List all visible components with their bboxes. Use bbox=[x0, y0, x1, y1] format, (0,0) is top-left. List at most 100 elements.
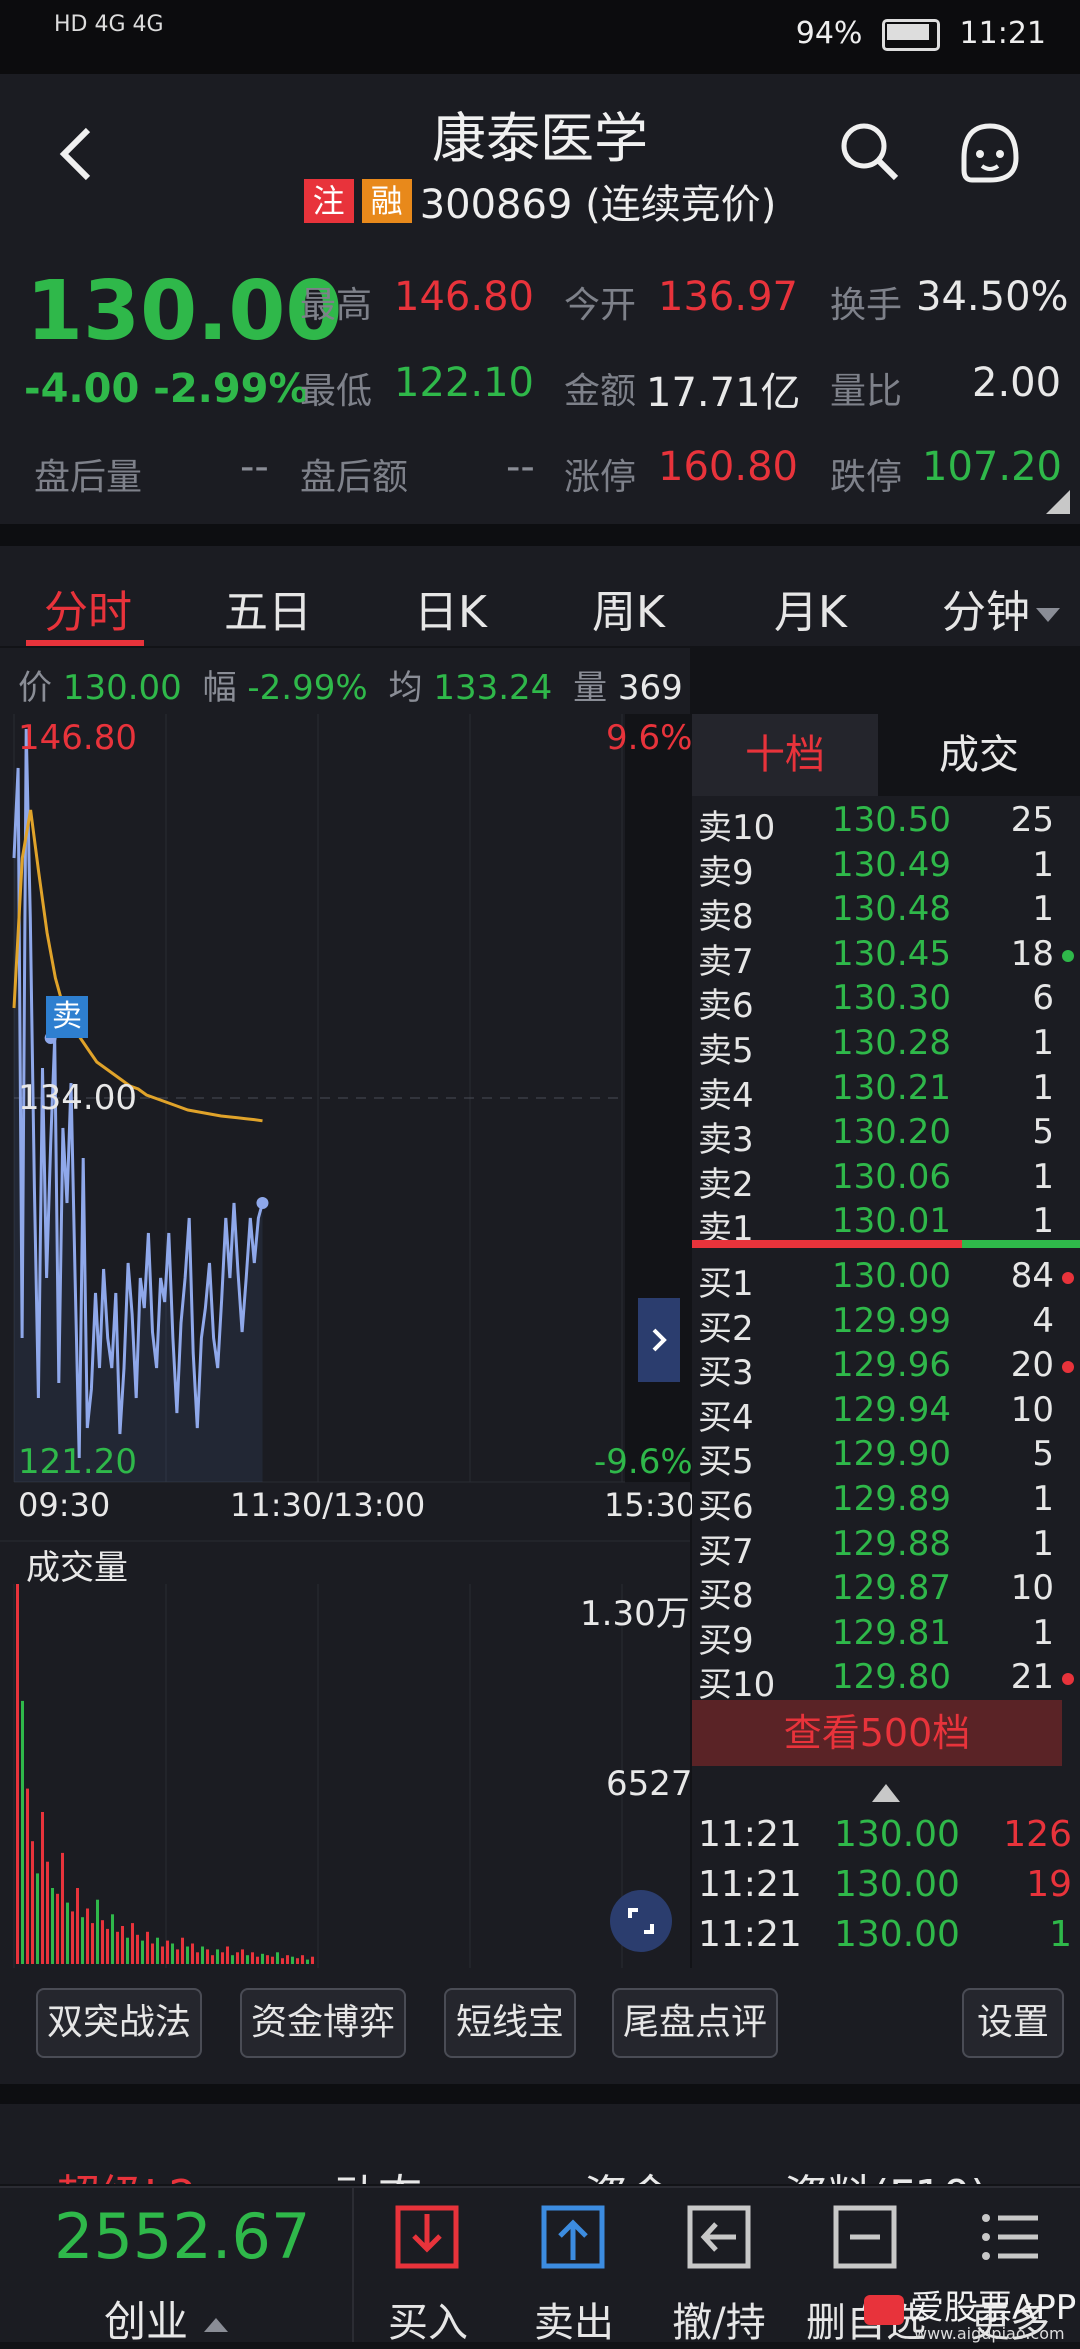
tab-intraday[interactable]: 分时 bbox=[44, 576, 132, 640]
settings-button[interactable]: 设置 bbox=[962, 1988, 1064, 2058]
level-qty: 20 bbox=[1010, 1345, 1054, 1386]
tag-zhu: 注 bbox=[303, 179, 354, 223]
bid-row[interactable]: 买4 129.94 10 bbox=[692, 1389, 1080, 1438]
tab-news[interactable]: 动态 bbox=[334, 2160, 422, 2184]
collapse-up-icon[interactable] bbox=[872, 1784, 900, 1806]
volume-bar bbox=[251, 1952, 254, 1964]
expand-corner-icon[interactable] bbox=[1046, 490, 1070, 514]
active-tab-underline bbox=[26, 640, 144, 646]
cancel-hold-label[interactable]: 撤/持 bbox=[664, 2290, 774, 2348]
level-qty: 6 bbox=[1032, 978, 1054, 1019]
tab-monthly-k[interactable]: 月K bbox=[774, 576, 847, 640]
tab-ten-levels[interactable]: 十档 bbox=[692, 714, 878, 796]
status-right: 94% 11:21 bbox=[796, 16, 1046, 51]
divider-2 bbox=[0, 2084, 1080, 2104]
ask-row[interactable]: 卖9 130.49 1 bbox=[692, 844, 1080, 893]
bid-row[interactable]: 买10 129.80 21 bbox=[692, 1657, 1080, 1705]
trade-qty: 19 bbox=[1026, 1864, 1072, 1905]
sell-icon[interactable] bbox=[540, 2204, 606, 2270]
summary-price-label: 价 bbox=[18, 668, 52, 708]
after-volume-label: 盘后量 bbox=[34, 457, 143, 498]
index-value[interactable]: 2552.67 bbox=[54, 2200, 310, 2273]
tab-profile[interactable]: 资料(F10) bbox=[784, 2160, 988, 2184]
capital-game-button[interactable]: 资金博弈 bbox=[240, 1988, 406, 2058]
ask-row[interactable]: 卖5 130.28 1 bbox=[692, 1023, 1080, 1071]
watermark-text: 爱股票APP bbox=[910, 2288, 1077, 2328]
bid-row[interactable]: 买2 129.99 4 bbox=[692, 1301, 1080, 1349]
ask-row[interactable]: 卖7 130.45 18 bbox=[692, 934, 1080, 982]
volume-bar bbox=[266, 1955, 269, 1964]
bid-row[interactable]: 买1 130.00 84 bbox=[692, 1256, 1080, 1304]
tab-five-day[interactable]: 五日 bbox=[224, 576, 312, 640]
volume-bar bbox=[261, 1953, 264, 1964]
ask-row[interactable]: 卖10 130.50 25 bbox=[692, 800, 1080, 848]
level-price: 129.90 bbox=[832, 1434, 951, 1475]
volume-bar bbox=[216, 1949, 219, 1964]
ask-row[interactable]: 卖3 130.20 5 bbox=[692, 1112, 1080, 1160]
customer-service-icon[interactable] bbox=[950, 114, 1030, 194]
ask-row[interactable]: 卖1 130.01 1 bbox=[692, 1201, 1080, 1249]
tab-weekly-k[interactable]: 周K bbox=[592, 576, 665, 640]
double-break-button[interactable]: 双突战法 bbox=[36, 1988, 202, 2058]
bid-row[interactable]: 买9 129.81 1 bbox=[692, 1613, 1080, 1661]
sell-label[interactable]: 卖出 bbox=[526, 2290, 622, 2348]
tab-daily-k[interactable]: 日K bbox=[414, 576, 487, 640]
expand-panel-button[interactable] bbox=[638, 1298, 680, 1382]
tab-minute[interactable]: 分钟 bbox=[942, 576, 1060, 640]
trade-row: 11:21 130.00 126 bbox=[692, 1814, 1080, 1858]
buy-icon[interactable] bbox=[394, 2204, 460, 2270]
volume-bar bbox=[161, 1946, 164, 1964]
cancel-hold-icon[interactable] bbox=[686, 2204, 752, 2270]
volume-bar bbox=[166, 1940, 169, 1964]
level-label: 卖2 bbox=[698, 1164, 754, 1205]
chart-panel: 146.80 134.00 121.20 9.6% -9.6% 09:30 11… bbox=[0, 714, 696, 1969]
ask-row[interactable]: 卖8 130.48 1 bbox=[692, 889, 1080, 937]
tab-trades[interactable]: 成交 bbox=[878, 714, 1080, 796]
level-price: 129.94 bbox=[832, 1389, 951, 1430]
level-label: 卖4 bbox=[698, 1075, 754, 1116]
bid-row[interactable]: 买8 129.87 10 bbox=[692, 1568, 1080, 1616]
level-qty: 1 bbox=[1032, 1067, 1054, 1108]
bid-row[interactable]: 买3 129.96 20 bbox=[692, 1345, 1080, 1393]
watermark-url: www.aigupiao.com bbox=[914, 2324, 1065, 2343]
level-label: 卖7 bbox=[698, 941, 754, 982]
volume-bar bbox=[176, 1949, 179, 1964]
after-volume-value: -- bbox=[240, 444, 269, 490]
bid-row[interactable]: 买6 129.89 1 bbox=[692, 1479, 1080, 1527]
volume-bar bbox=[221, 1952, 224, 1964]
more-icon[interactable] bbox=[978, 2204, 1044, 2270]
tab-capital[interactable]: 资金 bbox=[584, 2160, 672, 2184]
level-price: 130.49 bbox=[832, 844, 951, 885]
buy-label[interactable]: 买入 bbox=[380, 2290, 476, 2348]
y-mid-label: 134.00 bbox=[18, 1078, 137, 1118]
bid-row[interactable]: 买7 129.88 1 bbox=[692, 1524, 1080, 1572]
bid-row[interactable]: 买5 129.90 5 bbox=[692, 1434, 1080, 1482]
volume-bar bbox=[306, 1959, 309, 1964]
limit-down-value: 107.20 bbox=[922, 444, 1062, 490]
info-tabs: 超级L2 动态 资金 资料(F10) bbox=[0, 2104, 1080, 2184]
view-500-levels-button[interactable]: 查看500档 bbox=[692, 1700, 1062, 1766]
tab-super-l2[interactable]: 超级L2 bbox=[56, 2160, 197, 2184]
volume-bar bbox=[271, 1956, 274, 1964]
search-icon[interactable] bbox=[836, 118, 902, 184]
limit-down-label: 跌停 bbox=[830, 457, 903, 498]
stock-code-line: 注融 300869 (连续竞价) bbox=[0, 172, 1080, 230]
fullscreen-button[interactable] bbox=[610, 1890, 672, 1952]
trade-row: 11:21 130.00 1 bbox=[692, 1914, 1080, 1958]
ask-row[interactable]: 卖4 130.21 1 bbox=[692, 1067, 1080, 1116]
volume-bar bbox=[36, 1873, 39, 1964]
stock-header: 康泰医学 注融 300869 (连续竞价) bbox=[0, 74, 1080, 234]
volume-bar bbox=[196, 1952, 199, 1964]
volume-bar bbox=[106, 1928, 109, 1964]
delete-watch-icon[interactable] bbox=[832, 2204, 898, 2270]
ask-row[interactable]: 卖6 130.30 6 bbox=[692, 978, 1080, 1026]
pct-bottom-label: -9.6% bbox=[594, 1442, 693, 1482]
watermark-icon bbox=[864, 2294, 904, 2325]
intraday-chart[interactable] bbox=[0, 714, 690, 1969]
level-qty: 1 bbox=[1032, 889, 1054, 930]
sell-marker[interactable]: 卖 bbox=[46, 996, 88, 1038]
closing-review-button[interactable]: 尾盘点评 bbox=[612, 1988, 778, 2058]
volume-bar bbox=[311, 1956, 314, 1964]
ask-row[interactable]: 卖2 130.06 1 bbox=[692, 1157, 1080, 1205]
short-term-button[interactable]: 短线宝 bbox=[444, 1988, 576, 2058]
